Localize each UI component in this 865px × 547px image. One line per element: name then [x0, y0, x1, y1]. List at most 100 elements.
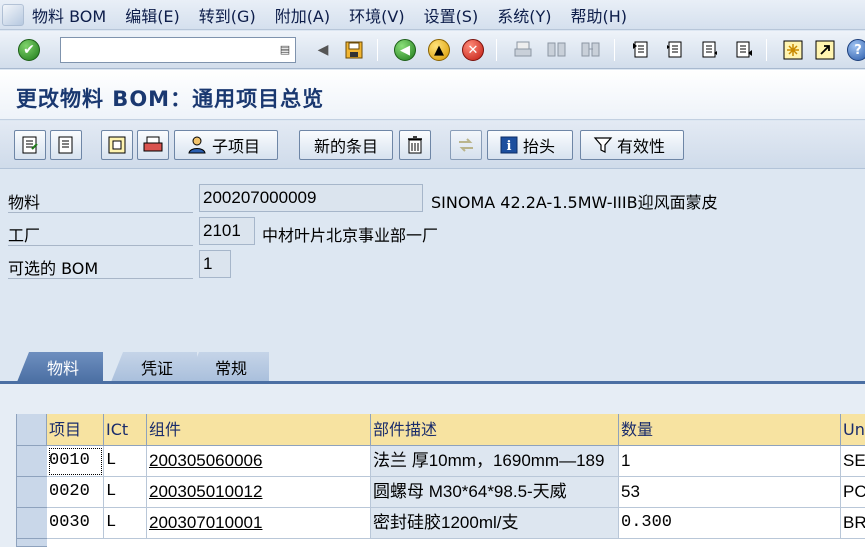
column-header-description[interactable]: 部件描述 — [371, 414, 619, 446]
cell-unit[interactable]: SE — [841, 446, 865, 477]
display-change-button[interactable] — [14, 130, 46, 160]
subitem-label: 子项目 — [211, 137, 260, 156]
toolbar-separator — [377, 39, 378, 61]
menu-help[interactable]: 帮助(H) — [570, 3, 627, 27]
menu-material-bom[interactable]: 物料 BOM — [32, 3, 106, 27]
row-selector[interactable] — [17, 508, 47, 539]
delete-button[interactable] — [399, 130, 431, 160]
command-field[interactable] — [61, 38, 271, 62]
cell-component[interactable]: 200305060006 — [147, 446, 371, 477]
new-entries-button[interactable]: 新的条目 — [299, 130, 393, 160]
previous-page-icon[interactable] — [662, 37, 688, 63]
validity-label: 有效性 — [616, 137, 665, 156]
cell-quantity[interactable]: 0.300 — [619, 508, 841, 539]
tab-document-label: 凭证 — [140, 359, 173, 378]
plant-label: 工厂 — [8, 222, 193, 246]
alternative-bom-label: 可选的 BOM — [8, 255, 193, 279]
cancel-icon[interactable]: ✕ — [460, 37, 486, 63]
menu-goto[interactable]: 转到(G) — [199, 3, 256, 27]
header-button[interactable]: i 抬头 — [487, 130, 573, 160]
toolbar-separator — [766, 39, 767, 61]
expand-button[interactable] — [450, 130, 482, 160]
toolbar-separator — [496, 39, 497, 61]
cell-unit[interactable]: PC — [841, 477, 865, 508]
back-arrow-icon[interactable]: ◀ — [310, 37, 336, 63]
printer-icon — [143, 136, 163, 152]
person-icon — [188, 136, 206, 154]
document-icon — [58, 136, 73, 154]
info-icon: i — [500, 136, 518, 154]
cell-item[interactable]: 0030 — [47, 508, 104, 539]
tab-document[interactable]: 凭证 — [111, 352, 197, 382]
shortcut-icon[interactable] — [812, 37, 838, 63]
save-icon[interactable] — [341, 37, 367, 63]
subitem-button[interactable]: 子项目 — [174, 130, 278, 160]
cell-description: 法兰 厚10mm，1690mm—189 — [371, 446, 619, 477]
exit-icon[interactable]: ▲ — [426, 37, 452, 63]
tab-general[interactable]: 常规 — [187, 352, 269, 382]
dropdown-icon[interactable]: ▤ — [277, 41, 293, 59]
application-toolbar: 子项目 新的条目 i 抬头 有效性 — [0, 121, 865, 169]
find-icon[interactable] — [544, 37, 570, 63]
plant-description: 中材叶片北京事业部一厂 — [262, 226, 439, 245]
column-header-quantity[interactable]: 数量 — [619, 414, 841, 446]
plant-field[interactable]: 2101 — [199, 217, 255, 245]
standard-toolbar: ✔ ▤ ◀ ◀ ▲ ✕ ? — [0, 31, 865, 69]
cell-ict[interactable]: L — [104, 477, 147, 508]
new-entries-label: 新的条目 — [313, 137, 378, 156]
command-field-container: ▤ — [60, 37, 296, 63]
cell-description: 圆螺母 M30*64*98.5-天威 — [371, 477, 619, 508]
header-label: 抬头 — [522, 137, 555, 156]
material-description: SINOMA 42.2A-1.5MW-IIIB迎风面蒙皮 — [431, 193, 718, 212]
column-header-item[interactable]: 项目 — [47, 414, 104, 446]
display-button[interactable] — [50, 130, 82, 160]
cell-ict[interactable]: L — [104, 508, 147, 539]
cell-ict[interactable]: L — [104, 446, 147, 477]
print-preview-button[interactable] — [137, 130, 169, 160]
filter-icon — [593, 137, 613, 153]
menu-system[interactable]: 系统(Y) — [497, 3, 551, 27]
cell-component[interactable]: 200307010001 — [147, 508, 371, 539]
row-selector[interactable] — [17, 446, 47, 477]
cell-item[interactable]: 0020 — [47, 477, 104, 508]
row-selector[interactable] — [17, 477, 47, 508]
cell-quantity[interactable]: 1 — [619, 446, 841, 477]
validity-button[interactable]: 有效性 — [580, 130, 684, 160]
column-header-ict[interactable]: ICt — [104, 414, 147, 446]
check-icon[interactable]: ✔ — [16, 37, 42, 63]
back-icon[interactable]: ◀ — [392, 37, 418, 63]
menu-edit[interactable]: 编辑(E) — [125, 3, 180, 27]
create-session-icon[interactable] — [780, 37, 806, 63]
select-all-icon — [108, 136, 126, 154]
select-all-button[interactable] — [101, 130, 133, 160]
svg-text:i: i — [507, 139, 512, 154]
row-selector[interactable] — [17, 539, 47, 547]
cell-component[interactable]: 200305010012 — [147, 477, 371, 508]
tab-material[interactable]: 物料 — [17, 352, 103, 382]
toolbar-separator — [614, 39, 615, 61]
menu-environment[interactable]: 环境(V) — [349, 3, 404, 27]
sap-logo-icon[interactable] — [2, 3, 24, 26]
swap-arrows-icon — [459, 138, 473, 152]
title-bar: 更改物料 BOM：通用项目总览 — [0, 70, 865, 120]
find-next-icon[interactable] — [578, 37, 604, 63]
column-header-unit[interactable]: Un — [841, 414, 865, 446]
first-page-icon[interactable] — [628, 37, 654, 63]
material-field[interactable]: 200207000009 — [199, 184, 423, 212]
cell-unit[interactable]: BR — [841, 508, 865, 539]
material-label: 物料 — [8, 189, 193, 213]
next-page-icon[interactable] — [696, 37, 722, 63]
items-table: 项目 ICt 组件 部件描述 数量 Un 0010 L 200305060006… — [16, 414, 865, 547]
cell-description: 密封硅胶1200ml/支 — [371, 508, 619, 539]
cell-item[interactable]: 0010 — [47, 446, 104, 477]
cell-quantity[interactable]: 53 — [619, 477, 841, 508]
select-all-rows[interactable] — [17, 414, 47, 446]
menu-settings[interactable]: 设置(S) — [424, 3, 479, 27]
menu-extras[interactable]: 附加(A) — [275, 3, 330, 27]
last-page-icon[interactable] — [730, 37, 756, 63]
print-icon[interactable] — [510, 37, 536, 63]
alternative-bom-field[interactable]: 1 — [199, 250, 231, 278]
column-header-component[interactable]: 组件 — [147, 414, 371, 446]
menu-bar: 物料 BOM 编辑(E) 转到(G) 附加(A) 环境(V) 设置(S) 系统(… — [0, 0, 865, 30]
help-icon[interactable]: ? — [845, 37, 865, 63]
